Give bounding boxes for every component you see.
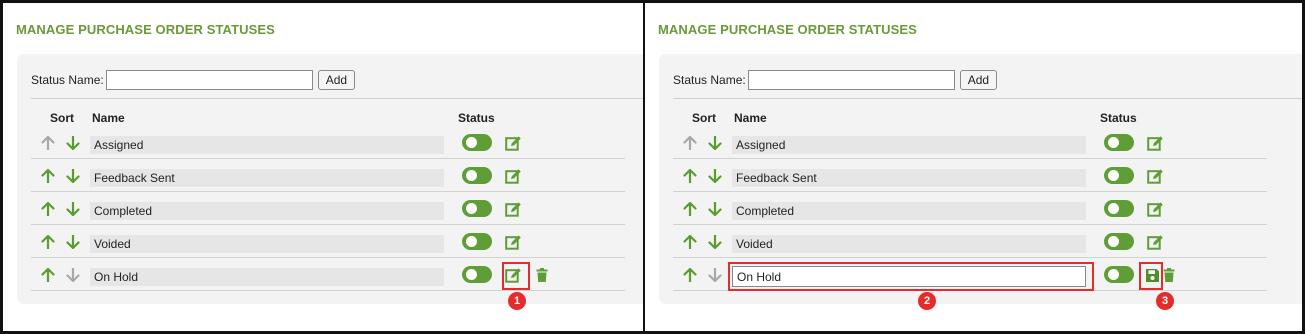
step-badge: 3: [1156, 292, 1174, 310]
move-up-icon[interactable]: [683, 169, 697, 183]
move-up-icon[interactable]: [41, 202, 55, 216]
column-header-status: Status: [458, 111, 495, 125]
highlight-box: [502, 262, 530, 290]
move-down-icon[interactable]: [66, 136, 80, 150]
move-down-icon[interactable]: [708, 202, 722, 216]
right-panel: MANAGE PURCHASE ORDER STATUSES Status Na…: [643, 0, 1305, 334]
edit-icon[interactable]: [1147, 201, 1164, 218]
status-card: Status Name: Add Sort Name Status Assign…: [17, 54, 643, 304]
status-name-input[interactable]: [747, 70, 955, 90]
trash-icon[interactable]: [536, 268, 548, 282]
status-name: Feedback Sent: [90, 169, 444, 187]
move-up-icon[interactable]: [41, 235, 55, 249]
add-button[interactable]: Add: [317, 70, 356, 90]
status-name-label: Status Name:: [673, 73, 746, 87]
status-name: Completed: [90, 202, 444, 220]
status-name: Voided: [732, 235, 1086, 253]
add-button[interactable]: Add: [959, 70, 998, 90]
status-row-voided: Voided: [673, 225, 1267, 258]
status-toggle[interactable]: [1104, 167, 1134, 184]
highlight-box: [728, 262, 1094, 291]
left-panel: MANAGE PURCHASE ORDER STATUSES Status Na…: [0, 0, 645, 334]
status-name: Assigned: [90, 136, 444, 154]
edit-icon[interactable]: [505, 168, 522, 185]
move-down-icon: [66, 268, 80, 282]
trash-icon[interactable]: [1163, 268, 1175, 282]
status-name: On Hold: [90, 268, 444, 286]
status-toggle[interactable]: [1104, 200, 1134, 217]
status-card: Status Name: Add Sort Name Status Assign…: [659, 54, 1302, 304]
status-row-voided: Voided: [31, 225, 625, 258]
column-header-status: Status: [1100, 111, 1137, 125]
move-up-icon[interactable]: [41, 268, 55, 282]
section-title: MANAGE PURCHASE ORDER STATUSES: [658, 22, 917, 37]
move-up-icon[interactable]: [683, 268, 697, 282]
column-header-name: Name: [734, 111, 767, 125]
move-up-icon[interactable]: [683, 235, 697, 249]
edit-icon[interactable]: [1147, 168, 1164, 185]
move-down-icon[interactable]: [66, 202, 80, 216]
edit-icon[interactable]: [505, 234, 522, 251]
status-toggle[interactable]: [1104, 233, 1134, 250]
move-down-icon[interactable]: [66, 169, 80, 183]
edit-icon[interactable]: [1147, 135, 1164, 152]
status-name: Assigned: [732, 136, 1086, 154]
step-badge: 1: [508, 292, 526, 310]
column-header-sort: Sort: [692, 111, 716, 125]
status-toggle[interactable]: [1104, 266, 1134, 283]
section-title: MANAGE PURCHASE ORDER STATUSES: [16, 22, 275, 37]
status-row-feedback-sent: Feedback Sent: [673, 159, 1267, 192]
add-status-form: Status Name: Add: [31, 69, 356, 91]
move-down-icon: [708, 268, 722, 282]
status-row-completed: Completed: [673, 192, 1267, 225]
status-row-completed: Completed: [31, 192, 625, 225]
divider: [673, 98, 1302, 99]
edit-icon[interactable]: [505, 201, 522, 218]
move-down-icon[interactable]: [708, 136, 722, 150]
divider: [31, 98, 643, 99]
status-row-feedback-sent: Feedback Sent: [31, 159, 625, 192]
column-header-name: Name: [92, 111, 125, 125]
move-down-icon[interactable]: [708, 235, 722, 249]
edit-icon[interactable]: [505, 135, 522, 152]
status-name: Voided: [90, 235, 444, 253]
move-up-icon[interactable]: [683, 202, 697, 216]
move-down-icon[interactable]: [708, 169, 722, 183]
status-toggle[interactable]: [462, 200, 492, 217]
add-status-form: Status Name: Add: [673, 69, 998, 91]
status-toggle[interactable]: [462, 167, 492, 184]
status-name: Completed: [732, 202, 1086, 220]
move-up-icon: [41, 136, 55, 150]
column-header-sort: Sort: [50, 111, 74, 125]
edit-icon[interactable]: [1147, 234, 1164, 251]
status-name-label: Status Name:: [31, 73, 104, 87]
status-toggle[interactable]: [462, 134, 492, 151]
status-toggle[interactable]: [1104, 134, 1134, 151]
status-name-input[interactable]: [105, 70, 313, 90]
status-row-assigned: Assigned: [31, 126, 625, 159]
status-row-assigned: Assigned: [673, 126, 1267, 159]
status-toggle[interactable]: [462, 266, 492, 283]
highlight-box: [1139, 262, 1163, 290]
move-down-icon[interactable]: [66, 235, 80, 249]
status-row-on-hold: On Hold: [31, 258, 625, 291]
status-name: Feedback Sent: [732, 169, 1086, 187]
move-up-icon: [683, 136, 697, 150]
move-up-icon[interactable]: [41, 169, 55, 183]
step-badge: 2: [918, 292, 936, 310]
status-row-on-hold: [673, 258, 1267, 291]
status-toggle[interactable]: [462, 233, 492, 250]
